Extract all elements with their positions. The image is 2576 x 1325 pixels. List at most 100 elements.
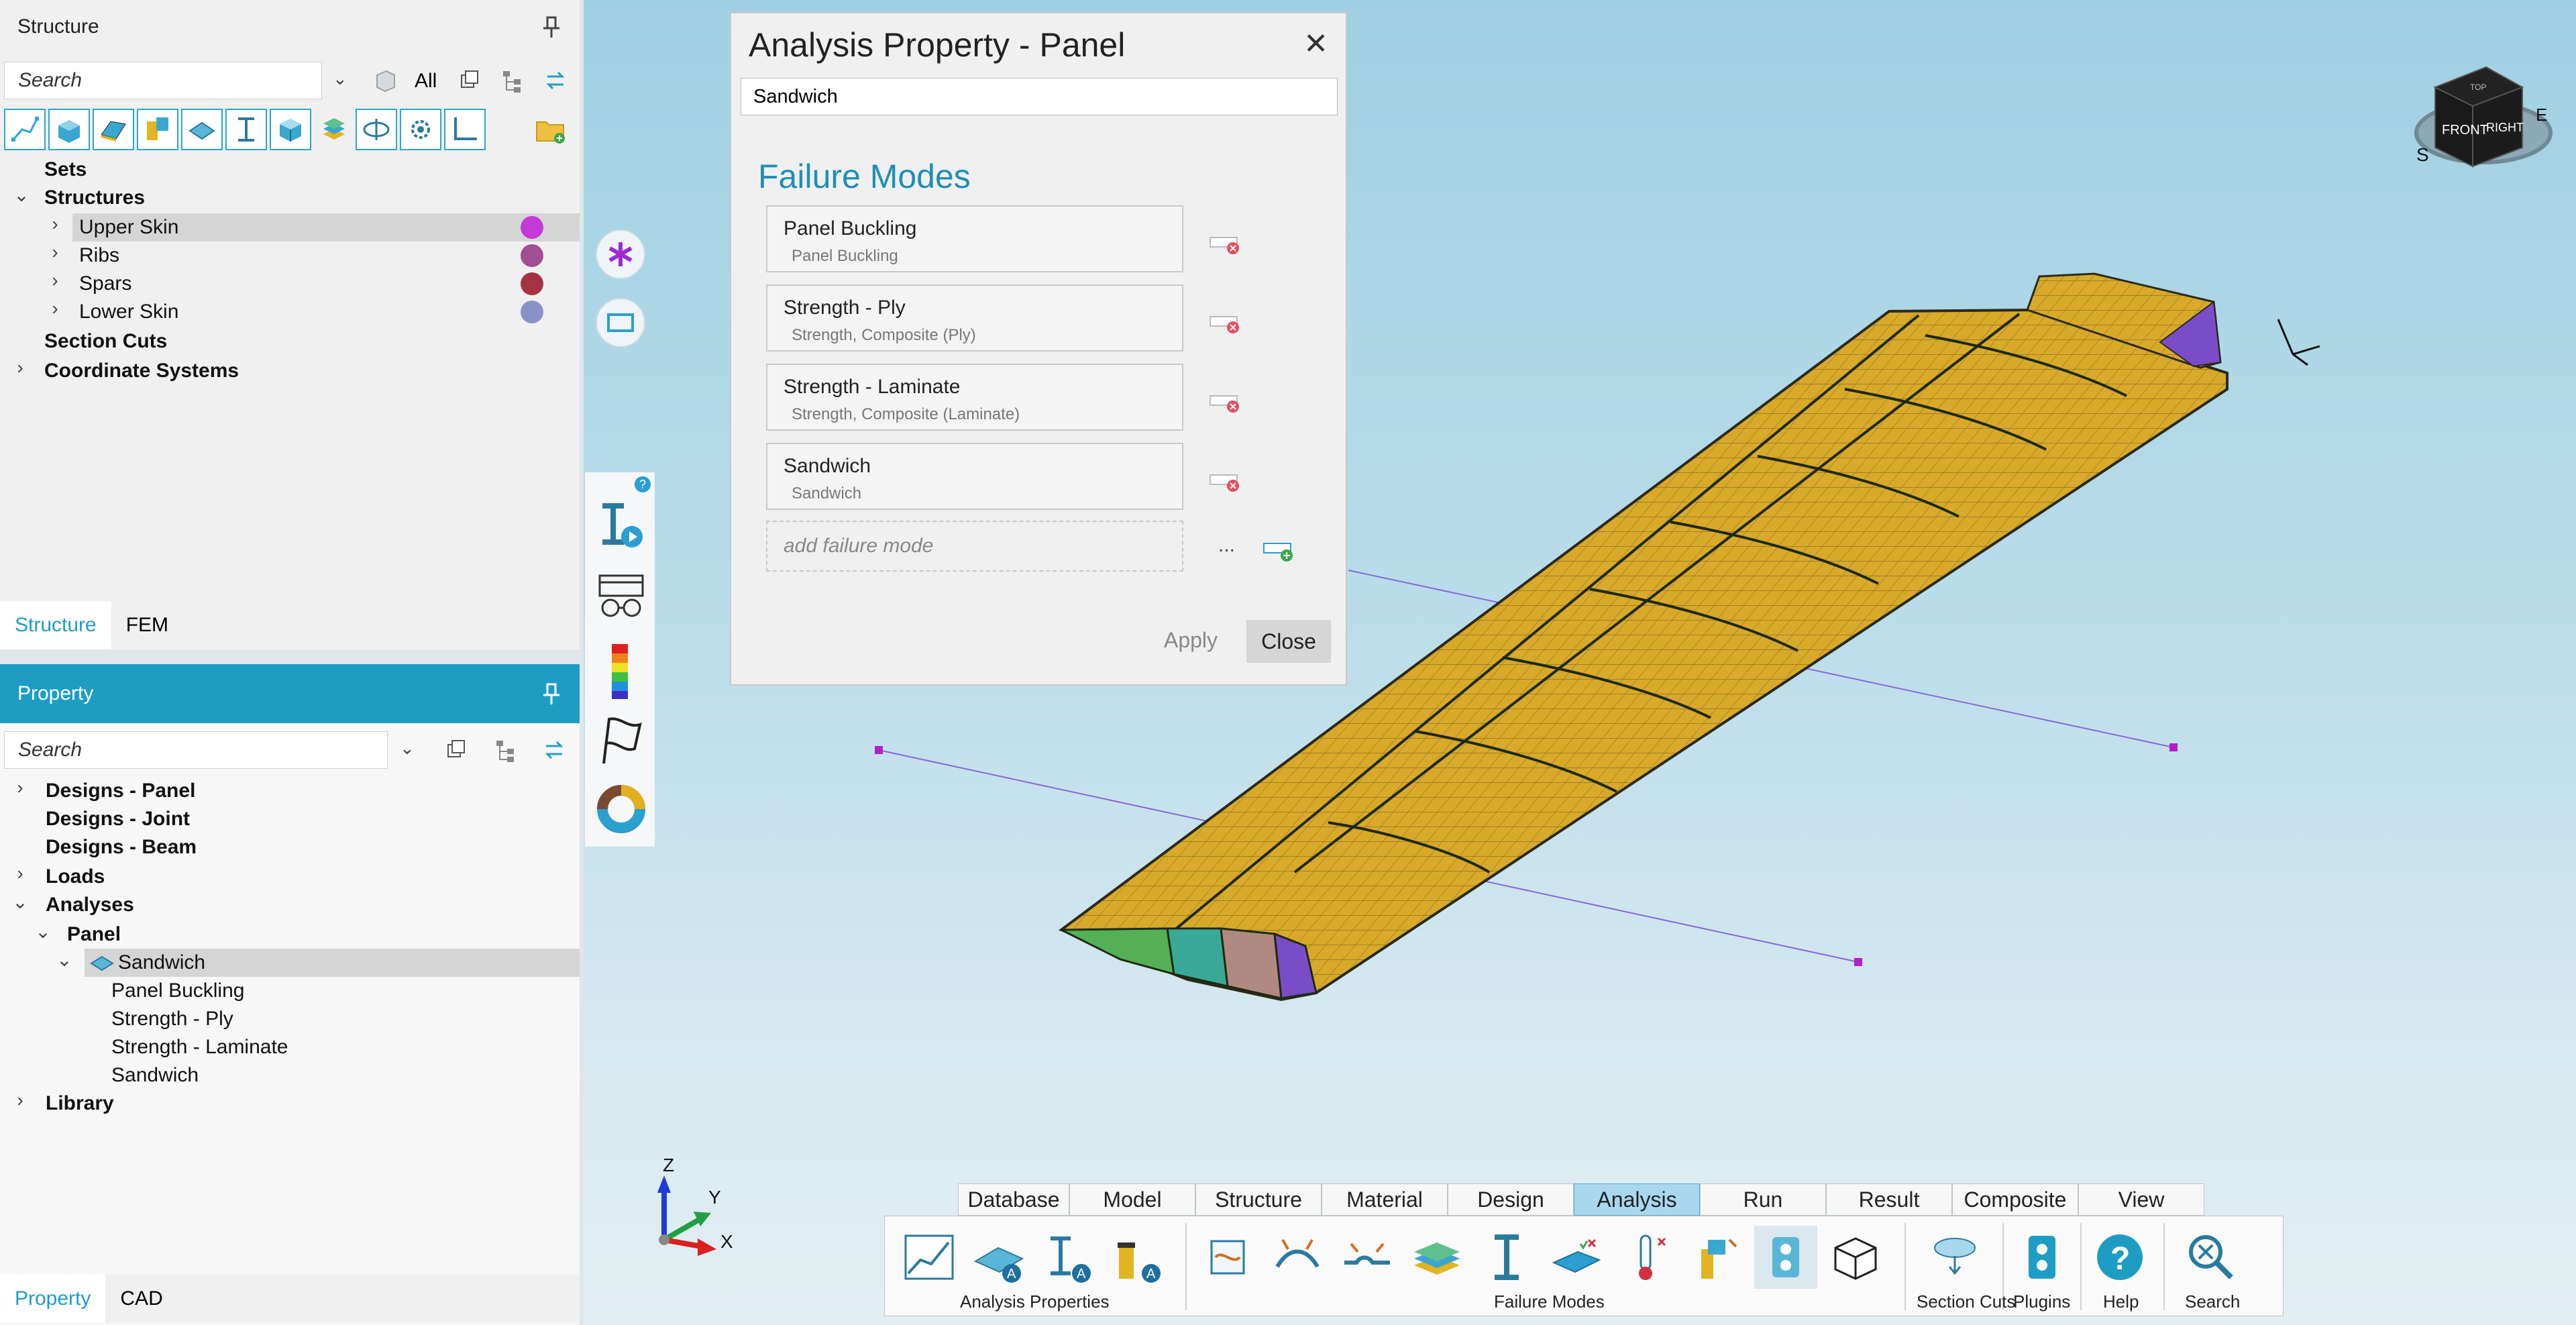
filter-all-label[interactable]: All: [415, 70, 437, 93]
tree-item-panel[interactable]: Panel: [67, 920, 121, 949]
tree-item-panel-buckling[interactable]: Panel Buckling: [111, 977, 244, 1005]
joint-analysis-button[interactable]: A: [968, 1226, 1031, 1289]
failure-mode-card[interactable]: Strength - Ply Strength, Composite (Ply): [766, 284, 1183, 352]
remove-failure-mode-icon[interactable]: [1209, 311, 1241, 338]
tab-composite[interactable]: Composite: [1952, 1183, 2078, 1216]
help-badge-icon[interactable]: ?: [635, 476, 651, 492]
tree-item-designs-joint[interactable]: Designs - Joint: [46, 805, 190, 833]
curve-tool-button[interactable]: [4, 109, 46, 150]
fem-settings-button[interactable]: [400, 109, 441, 150]
pin-icon[interactable]: [541, 682, 562, 706]
failure-mode-card[interactable]: Panel Buckling Panel Buckling: [766, 205, 1183, 272]
failure-mode-thermal-button[interactable]: [1615, 1226, 1678, 1289]
color-swatch-lower-skin[interactable]: [521, 301, 543, 323]
tree-item-spars[interactable]: Spars: [79, 270, 131, 298]
tree-item-designs-beam[interactable]: Designs - Beam: [46, 833, 197, 861]
failure-mode-joint-button[interactable]: [1684, 1226, 1748, 1289]
add-failure-mode-input[interactable]: add failure mode: [766, 521, 1183, 572]
tree-item-section-cuts[interactable]: Section Cuts: [44, 327, 167, 356]
help-button[interactable]: ?: [2088, 1226, 2151, 1289]
expand-icon[interactable]: ›: [47, 242, 63, 263]
tree-item-upper-skin[interactable]: Upper Skin: [79, 213, 178, 242]
view-cube-icon[interactable]: FRONT RIGHT TOP S E: [2408, 47, 2556, 181]
failure-mode-buckling-button[interactable]: [1196, 1226, 1259, 1289]
tab-structure[interactable]: Structure: [1195, 1183, 1322, 1216]
expand-icon[interactable]: ›: [47, 298, 63, 319]
rectangle-select-button[interactable]: [596, 298, 645, 348]
tab-property[interactable]: Property: [0, 1275, 106, 1323]
collapse-icon[interactable]: ⌄: [35, 920, 51, 943]
failure-mode-strength-button[interactable]: [1405, 1226, 1468, 1289]
tab-material[interactable]: Material: [1322, 1183, 1448, 1216]
color-swatch-spars[interactable]: [521, 272, 543, 295]
color-swatch-upper-skin[interactable]: [521, 216, 543, 239]
collapse-all-icon[interactable]: [456, 67, 483, 94]
tree-item-ribs[interactable]: Ribs: [79, 242, 119, 270]
browse-failure-mode-button[interactable]: ...: [1218, 534, 1235, 557]
tab-database[interactable]: Database: [958, 1183, 1069, 1216]
chevron-down-icon[interactable]: ⌄: [333, 68, 347, 89]
tree-item-sandwich-mode[interactable]: Sandwich: [111, 1061, 199, 1090]
tree-item-library[interactable]: Library: [46, 1090, 114, 1118]
glasses-view-icon[interactable]: [594, 570, 648, 624]
tree-item-lower-skin[interactable]: Lower Skin: [79, 298, 178, 326]
apply-button[interactable]: Apply: [1154, 620, 1228, 660]
failure-mode-fastener-button[interactable]: [1754, 1226, 1817, 1289]
failure-mode-wrinkling-button[interactable]: [1336, 1226, 1399, 1289]
box-tool-button[interactable]: [270, 109, 311, 150]
view-cube-front-label[interactable]: FRONT: [2442, 123, 2488, 138]
collapse-icon[interactable]: ⌄: [13, 184, 30, 206]
failure-mode-card[interactable]: Sandwich Sandwich: [766, 443, 1183, 510]
cube-filter-icon[interactable]: [372, 67, 398, 94]
property-search-input[interactable]: Search: [4, 731, 388, 769]
tree-item-structures[interactable]: Structures: [44, 184, 145, 212]
failure-mode-box-button[interactable]: [1824, 1226, 1887, 1289]
color-legend-icon[interactable]: [605, 643, 635, 700]
beam-play-icon[interactable]: [594, 499, 648, 553]
plugins-button[interactable]: [2010, 1226, 2074, 1289]
collapse-icon[interactable]: ⌄: [56, 949, 72, 971]
tree-item-sandwich[interactable]: Sandwich: [118, 949, 205, 977]
tab-run[interactable]: Run: [1700, 1183, 1826, 1216]
tab-analysis[interactable]: Analysis: [1574, 1183, 1700, 1216]
tab-structure[interactable]: Structure: [0, 601, 111, 649]
view-cube-top-label[interactable]: TOP: [2470, 83, 2486, 92]
pin-icon[interactable]: [541, 15, 562, 39]
tab-fem[interactable]: FEM: [111, 601, 183, 649]
coordinate-tool-button[interactable]: [444, 109, 486, 150]
chevron-down-icon[interactable]: ⌄: [400, 738, 415, 759]
beam-tool-button[interactable]: [225, 109, 267, 150]
tree-item-sets[interactable]: Sets: [44, 156, 87, 184]
expand-icon[interactable]: ›: [12, 357, 28, 378]
folder-add-icon[interactable]: [534, 114, 568, 148]
tab-cad[interactable]: CAD: [105, 1275, 177, 1323]
hierarchy-icon[interactable]: [499, 67, 526, 94]
close-button[interactable]: Close: [1246, 620, 1331, 663]
sync-icon[interactable]: [542, 67, 569, 94]
failure-mode-card[interactable]: Strength - Laminate Strength, Composite …: [766, 364, 1183, 431]
tree-item-designs-panel[interactable]: Designs - Panel: [46, 777, 195, 805]
search-button[interactable]: [2178, 1226, 2241, 1289]
surface-tool-button[interactable]: [93, 109, 134, 150]
add-failure-mode-icon[interactable]: [1263, 538, 1295, 565]
donut-chart-icon[interactable]: [594, 782, 648, 836]
analysis-name-input[interactable]: Sandwich: [741, 78, 1338, 115]
expand-icon[interactable]: ›: [47, 270, 63, 291]
solid-tool-button[interactable]: [48, 109, 90, 150]
beam-analysis-button[interactable]: A: [1038, 1226, 1101, 1289]
section-view-button[interactable]: [356, 109, 397, 150]
expand-icon[interactable]: ›: [12, 777, 28, 798]
layers-tool-button[interactable]: [315, 111, 353, 149]
remove-failure-mode-icon[interactable]: [1209, 470, 1241, 496]
tab-result[interactable]: Result: [1826, 1183, 1952, 1216]
flag-icon[interactable]: [594, 714, 648, 767]
collapse-all-icon[interactable]: [443, 737, 470, 763]
panel-tool-button[interactable]: [181, 109, 223, 150]
collapse-icon[interactable]: ⌄: [12, 891, 28, 913]
tree-item-strength-laminate[interactable]: Strength - Laminate: [111, 1033, 288, 1061]
tab-view[interactable]: View: [2078, 1183, 2204, 1216]
design-analysis-button[interactable]: A: [1108, 1226, 1171, 1289]
asterisk-tool-button[interactable]: [596, 229, 645, 279]
panel-analysis-button[interactable]: [898, 1226, 961, 1289]
tree-item-loads[interactable]: Loads: [46, 863, 105, 891]
